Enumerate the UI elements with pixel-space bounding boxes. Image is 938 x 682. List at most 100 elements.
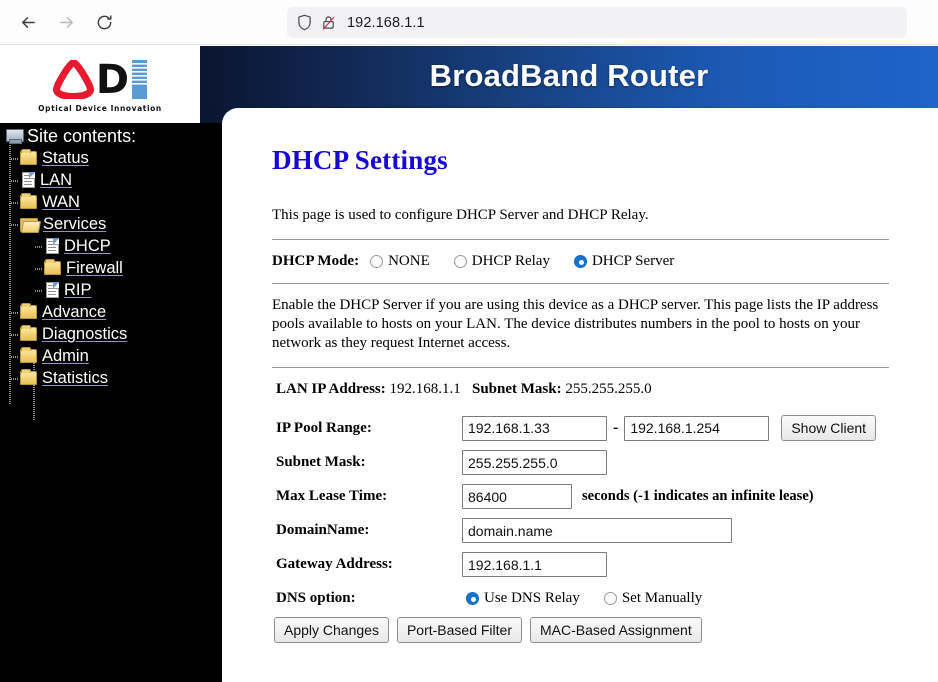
sidebar-item-diagnostics[interactable]: Diagnostics (11, 323, 222, 345)
ip-pool-start-input[interactable] (462, 415, 607, 441)
dhcp-mode-label: DHCP Mode: (272, 253, 360, 269)
address-bar[interactable]: 192.168.1.1 (287, 7, 907, 38)
sidebar-item-dhcp[interactable]: DHCP (35, 235, 222, 257)
logo-o-icon (52, 58, 94, 100)
radio-label: DHCP Relay (471, 253, 550, 269)
sidebar-item-services[interactable]: Services (11, 213, 222, 235)
content-rounded-corner (222, 108, 938, 130)
action-button-row: Apply Changes Port-Based Filter MAC-Base… (272, 617, 912, 643)
tree-tick (35, 246, 43, 248)
browser-toolbar: 192.168.1.1 (0, 0, 938, 45)
shield-icon[interactable] (297, 14, 312, 31)
radio-icon[interactable] (370, 255, 384, 268)
mac-based-assignment-button[interactable]: MAC-Based Assignment (530, 617, 702, 643)
tree-tick (11, 356, 19, 358)
port-based-filter-button[interactable]: Port-Based Filter (396, 617, 522, 643)
subnet-mask-row: Subnet Mask: (272, 450, 912, 475)
logo-letter-i (132, 59, 148, 99)
logo-marks: D (52, 57, 148, 100)
gateway-address-input[interactable] (462, 552, 607, 577)
tree-tick (11, 312, 19, 314)
gateway-address-row: Gateway Address: (272, 552, 912, 577)
gateway-address-label: Gateway Address: (276, 556, 393, 572)
radio-label: NONE (388, 253, 430, 269)
sidebar-item-wan[interactable]: WAN (11, 191, 222, 213)
divider (272, 367, 889, 368)
radio-option-set-manually[interactable]: Set Manually (603, 590, 703, 607)
sidebar-item-rip[interactable]: RIP (35, 279, 222, 301)
striped-bar-icon (132, 59, 148, 99)
nav-button-group (12, 6, 120, 38)
radio-option-dhcp-relay[interactable]: DHCP Relay (453, 253, 550, 270)
sidebar-item-label: DHCP (64, 237, 111, 255)
main-content: DHCP Settings This page is used to confi… (222, 130, 938, 682)
sidebar-item-statistics[interactable]: Statistics (11, 367, 222, 389)
sidebar-item-label: Statistics (42, 369, 109, 387)
domain-name-input[interactable] (462, 518, 732, 543)
radio-option-none[interactable]: NONE (370, 253, 430, 270)
sidebar-item-label: Advance (42, 303, 107, 321)
tree-tick (11, 180, 19, 182)
subnet-mask-input[interactable] (462, 450, 607, 475)
domain-name-row: DomainName: (272, 518, 912, 543)
sidebar-item-label: RIP (64, 281, 92, 299)
tree-tick (35, 290, 43, 292)
brand-logo: D Optical Device Innovation (0, 46, 200, 123)
lan-info-line: LAN IP Address: 192.168.1.1 Subnet Mask:… (276, 381, 912, 398)
radio-option-dhcp-server[interactable]: DHCP Server (573, 253, 674, 270)
sidebar-root-label: Site contents: (27, 126, 137, 146)
domain-name-label: DomainName: (276, 522, 370, 538)
site-banner: BroadBand Router (200, 46, 938, 106)
sidebar-item-status[interactable]: Status (11, 147, 222, 169)
sidebar-item-lan[interactable]: LAN (11, 169, 222, 191)
folder-icon (20, 347, 37, 363)
lan-ip-label: LAN IP Address: (276, 381, 386, 397)
reload-button[interactable] (88, 6, 120, 38)
arrow-left-icon (21, 16, 35, 28)
sidebar-item-advance[interactable]: Advance (11, 301, 222, 323)
dns-option-row: DNS option: Use DNS Relay Set Manually (272, 590, 912, 607)
dns-option-label: DNS option: (276, 590, 356, 606)
sidebar-item-label: WAN (42, 193, 80, 211)
description-text: Enable the DHCP Server if you are using … (272, 297, 879, 351)
padlock-crossed-icon[interactable] (321, 14, 336, 31)
apply-changes-button[interactable]: Apply Changes (274, 617, 389, 643)
sidebar-item-label: Services (43, 215, 107, 233)
forward-button[interactable] (50, 6, 82, 38)
ip-pool-range-label: IP Pool Range: (276, 419, 372, 436)
ip-pool-end-input[interactable] (624, 415, 770, 441)
max-lease-time-label: Max Lease Time: (276, 488, 388, 504)
tree-tick (35, 268, 43, 270)
sidebar-root: Site contents: (2, 125, 222, 147)
back-button[interactable] (12, 6, 44, 38)
radio-icon-selected[interactable] (573, 255, 587, 268)
subnet-mask-label: Subnet Mask: (276, 454, 366, 470)
radio-option-use-dns-relay[interactable]: Use DNS Relay (466, 590, 580, 607)
rounded-triangle-icon (52, 58, 94, 100)
site-title: BroadBand Router (429, 58, 709, 93)
radio-icon[interactable] (453, 255, 467, 268)
router-page: D Optical Device Innovation BroadBand Ro… (0, 46, 938, 682)
lan-mask-value: 255.255.255.0 (565, 381, 652, 397)
dns-option-group: Use DNS Relay Set Manually (466, 590, 726, 607)
radio-icon-selected[interactable] (466, 592, 479, 605)
reload-icon (97, 14, 111, 29)
tree-tick (11, 224, 19, 226)
divider (272, 283, 889, 284)
arrow-right-icon (59, 16, 73, 28)
sidebar-item-label: Diagnostics (42, 325, 128, 343)
show-client-button[interactable]: Show Client (781, 415, 877, 441)
dhcp-mode-row: DHCP Mode: NONE DHCP Relay DHCP Server (272, 253, 912, 270)
sidebar-item-admin[interactable]: Admin (11, 345, 222, 367)
address-bar-icons (297, 14, 336, 31)
divider (272, 239, 889, 240)
computer-icon (5, 128, 24, 144)
radio-label: Set Manually (621, 590, 703, 606)
folder-icon (44, 259, 61, 275)
range-dash: - (613, 419, 619, 436)
tree-tick (11, 158, 19, 160)
sidebar-item-firewall[interactable]: Firewall (35, 257, 222, 279)
radio-icon[interactable] (603, 592, 617, 605)
max-lease-time-input[interactable] (462, 484, 572, 509)
tree-tick (11, 334, 19, 336)
